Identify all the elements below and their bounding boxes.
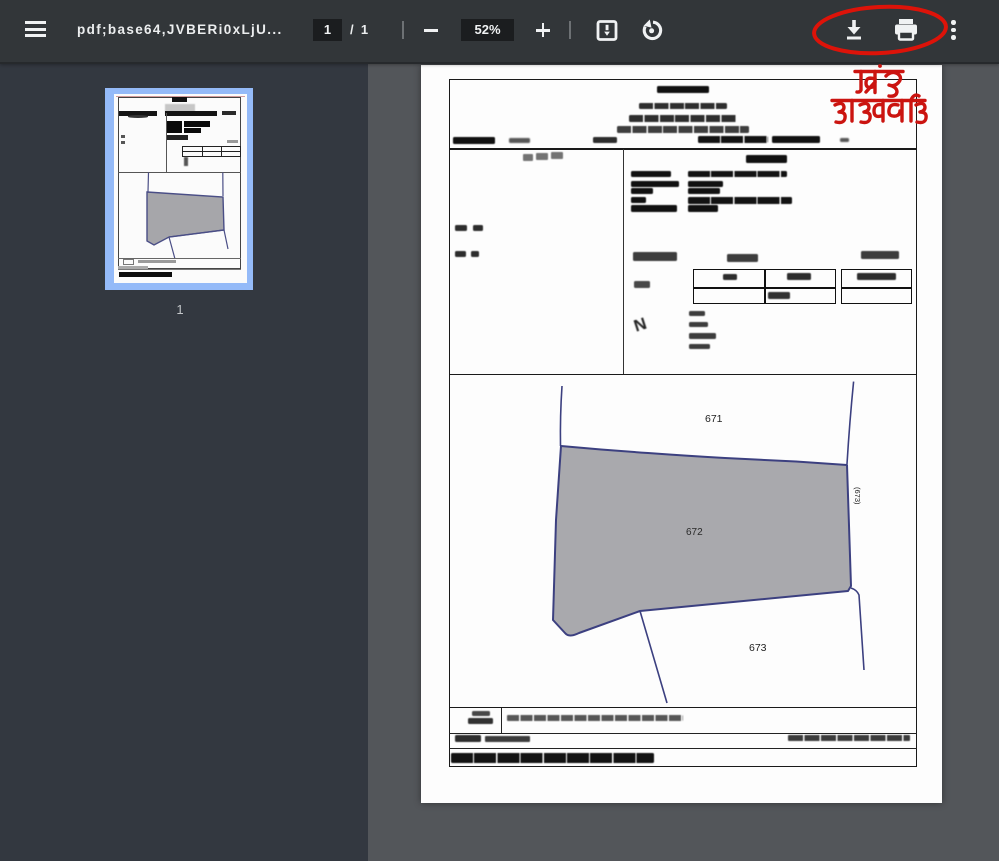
svg-text:673: 673: [749, 642, 767, 654]
svg-text:672: 672: [686, 527, 703, 538]
svg-text:671: 671: [705, 413, 723, 425]
svg-text:(673): (673): [853, 487, 862, 505]
